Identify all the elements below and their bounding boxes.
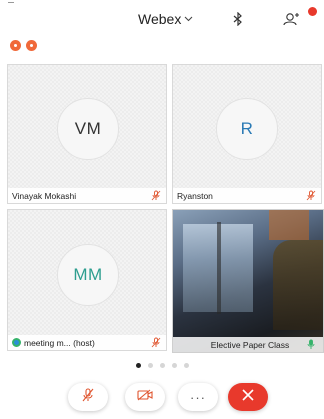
participant-name: Vinayak Mokashi [12, 190, 77, 201]
mute-button[interactable] [68, 383, 108, 411]
end-call-button[interactable] [228, 383, 268, 411]
recording-indicator [10, 40, 21, 51]
page-dot[interactable] [159, 363, 165, 368]
video-feed-figure [273, 240, 323, 330]
participant-name: Elective Paper Class [210, 339, 290, 350]
mic-muted-icon [149, 189, 163, 203]
status-bar [0, 0, 324, 8]
page-dot[interactable] [135, 363, 141, 368]
participant-tile-ryanston[interactable]: R Ryanston [172, 64, 322, 204]
lock-indicator [26, 40, 37, 51]
bluetooth-icon[interactable] [232, 11, 244, 31]
participant-name: Ryanston [177, 190, 213, 201]
status-indicator [8, 2, 14, 3]
avatar: VM [57, 98, 119, 160]
video-off-icon [136, 388, 154, 407]
avatar: MM [57, 244, 119, 306]
participant-name: meeting m... (host) [24, 337, 95, 348]
mic-muted-icon [149, 336, 163, 350]
host-icon [12, 338, 21, 347]
page-indicator [0, 363, 324, 369]
mic-muted-icon [304, 189, 318, 203]
participant-tile-host[interactable]: MM meeting m... (host) [7, 209, 167, 351]
close-icon [241, 388, 255, 407]
video-feed-bar [217, 222, 221, 314]
participant-name-bar: meeting m... (host) [8, 335, 166, 350]
meeting-title-dropdown[interactable]: Webex [138, 10, 193, 28]
avatar: R [216, 98, 278, 160]
participant-tile-vinayak-mokashi[interactable]: VM Vinayak Mokashi [7, 64, 167, 204]
notification-badge [308, 7, 317, 16]
video-feed-highlight [269, 210, 309, 240]
more-options-button[interactable]: ··· [178, 383, 218, 411]
chevron-down-icon [184, 16, 193, 22]
page-dot[interactable] [147, 363, 153, 368]
page-dot[interactable] [183, 363, 189, 368]
page-dot[interactable] [171, 363, 177, 368]
mic-on-icon [304, 338, 318, 352]
participant-name-bar: Elective Paper Class [173, 337, 323, 352]
meeting-title: Webex [138, 11, 182, 27]
participant-name-bar: Ryanston [173, 188, 321, 203]
mic-muted-icon [81, 387, 95, 408]
participant-tile-video[interactable]: Elective Paper Class [172, 209, 324, 353]
participant-name-bar: Vinayak Mokashi [8, 188, 166, 203]
video-toggle-button[interactable] [125, 383, 165, 411]
more-icon: ··· [190, 389, 206, 405]
participants-icon[interactable] [283, 12, 301, 31]
